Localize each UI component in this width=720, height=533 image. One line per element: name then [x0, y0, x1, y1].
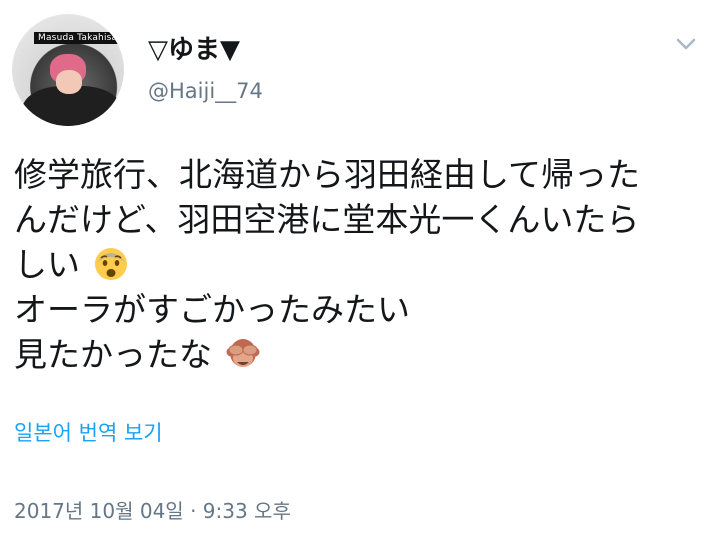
tweet-text: 修学旅行、北海道から羽田経由して帰った んだけど、羽田空港に堂本光一くんいたら … — [14, 152, 706, 377]
chevron-down-icon[interactable] — [672, 30, 700, 58]
tweet-line: 見たかったな — [14, 335, 212, 374]
avatar-name-tag: Masuda Takahisa — [34, 32, 122, 44]
tweet-line: 修学旅行、北海道から羽田経由して帰った — [14, 155, 641, 194]
tweet-line: しい — [14, 245, 80, 284]
see-no-evil-monkey-icon — [226, 338, 259, 367]
tweet-line: オーラがすごかったみたい — [14, 290, 410, 329]
tweet-timestamp[interactable]: 2017년 10월 04일 · 9:33 오후 — [14, 496, 291, 526]
translate-link[interactable]: 일본어 번역 보기 — [14, 418, 163, 448]
tweet-line-with-emoji: しい — [14, 242, 706, 287]
avatar[interactable]: Masuda Takahisa — [12, 14, 124, 126]
tweet-line-with-emoji: 見たかったな — [14, 332, 706, 377]
avatar-photo-face — [56, 70, 82, 94]
tweet-line: んだけど、羽田空港に堂本光一くんいたら — [14, 200, 640, 239]
fearful-face-icon — [94, 247, 127, 280]
author-display-name[interactable]: ▽ゆま▼ — [148, 34, 240, 66]
author-handle[interactable]: @Haiji__74 — [148, 78, 263, 104]
